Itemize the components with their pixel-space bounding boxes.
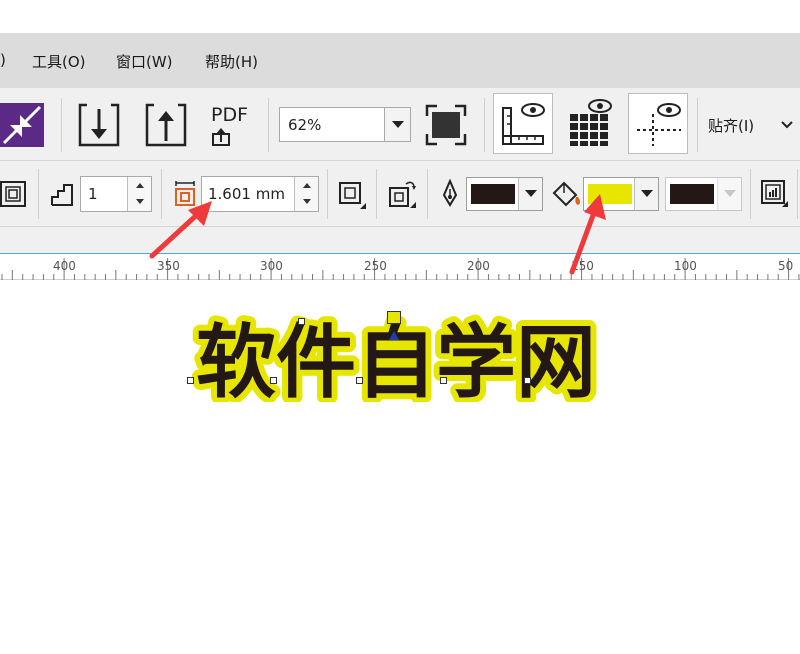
- contour-center-icon[interactable]: [0, 181, 28, 209]
- chevron-down-icon: [392, 121, 404, 128]
- show-guidelines-button[interactable]: [628, 93, 688, 154]
- export-icon[interactable]: [145, 103, 187, 147]
- chevron-down-icon: [780, 119, 794, 131]
- steps-spinner[interactable]: [127, 177, 151, 211]
- chevron-down-icon: [525, 190, 537, 197]
- contour-steps-input[interactable]: 1: [80, 176, 152, 212]
- ruler-label: 200: [467, 259, 490, 273]
- zoom-level-combo[interactable]: 62%: [279, 107, 411, 142]
- selection-handle[interactable]: [298, 318, 305, 325]
- steps-value: 1: [88, 185, 98, 203]
- toolbar-separator: [697, 98, 698, 152]
- menu-window[interactable]: 窗口(W): [116, 51, 173, 72]
- corner-mitered-icon[interactable]: [338, 181, 368, 211]
- toolbar-separator: [327, 169, 328, 219]
- contour-direction-marker[interactable]: [389, 331, 399, 340]
- toolbar-separator: [797, 169, 798, 219]
- spin-down-icon: [136, 199, 144, 204]
- menu-help[interactable]: 帮助(H): [205, 51, 258, 72]
- chevron-down-icon: [724, 190, 736, 197]
- outline-color-picker[interactable]: [466, 177, 543, 211]
- outline-color-dropdown[interactable]: [518, 178, 542, 210]
- spin-up-icon: [303, 183, 311, 188]
- horizontal-ruler[interactable]: 400 350 300 250 200 150 100 50: [0, 253, 800, 280]
- canvas-text: 软件自学网: [196, 316, 596, 402]
- ruler-label: 100: [674, 259, 697, 273]
- snap-label: 贴齐(I): [708, 115, 754, 136]
- chevron-down-icon: [641, 190, 653, 197]
- extra-color-picker[interactable]: [665, 177, 742, 211]
- ruler-label: 150: [571, 259, 594, 273]
- top-blank-area: [0, 0, 800, 33]
- outline-pen-icon: [440, 179, 460, 209]
- toolbar-separator: [427, 169, 428, 219]
- selection-handle[interactable]: [524, 377, 531, 384]
- contour-acceleration-icon[interactable]: [386, 178, 418, 210]
- spin-down-icon: [303, 199, 311, 204]
- selection-handle[interactable]: [440, 377, 447, 384]
- property-bar: 1 1.601 mm: [0, 161, 800, 227]
- fill-color-dropdown[interactable]: [634, 178, 658, 210]
- toolbar-separator: [61, 98, 62, 152]
- outline-color-swatch: [471, 184, 515, 204]
- show-grid-icon[interactable]: [566, 98, 616, 148]
- offset-spinner[interactable]: [294, 177, 318, 211]
- selection-handle[interactable]: [270, 377, 277, 384]
- snap-to-dropdown[interactable]: 贴齐(I): [708, 115, 798, 139]
- copy-contour-properties-icon[interactable]: [760, 179, 790, 209]
- zoom-dropdown-button[interactable]: [384, 108, 410, 141]
- import-icon[interactable]: [78, 103, 120, 147]
- full-screen-icon[interactable]: [425, 104, 467, 146]
- toolbar-separator: [750, 169, 751, 219]
- extra-color-dropdown[interactable]: [717, 178, 741, 210]
- toolbar-separator: [268, 98, 269, 152]
- pdf-label: PDF: [211, 104, 248, 126]
- fill-bucket-icon: [552, 179, 582, 209]
- contour-offset-input[interactable]: 1.601 mm: [201, 176, 319, 212]
- ruler-label: 250: [364, 259, 387, 273]
- selection-handle[interactable]: [187, 377, 194, 384]
- spin-up-icon: [136, 183, 144, 188]
- fill-color-swatch: [588, 184, 632, 204]
- publish-pdf-icon[interactable]: PDF: [208, 104, 258, 148]
- show-rulers-icon: [501, 100, 547, 148]
- menu-item-partial[interactable]: ): [0, 51, 6, 69]
- show-rulers-button[interactable]: [493, 93, 553, 154]
- fill-color-picker[interactable]: [583, 177, 659, 211]
- ruler-label: 400: [53, 259, 76, 273]
- toolbar-separator: [484, 98, 485, 152]
- toolbar-separator: [376, 169, 377, 219]
- menu-bar: ) 工具(O) 窗口(W) 帮助(H): [0, 33, 800, 88]
- ruler-label: 350: [157, 259, 180, 273]
- zoom-value: 62%: [288, 116, 321, 134]
- ruler-label: 300: [260, 259, 283, 273]
- standard-toolbar: PDF 62%: [0, 88, 800, 161]
- ruler-label: 50: [778, 259, 793, 273]
- contour-offset-icon: [174, 181, 196, 207]
- toolbar-separator: [161, 169, 162, 219]
- menu-tools[interactable]: 工具(O): [32, 51, 86, 72]
- offset-value: 1.601 mm: [208, 185, 285, 203]
- extra-color-swatch: [670, 184, 714, 204]
- contour-end-handle[interactable]: [387, 311, 401, 324]
- selection-handle[interactable]: [356, 377, 363, 384]
- contour-steps-icon: [50, 181, 76, 207]
- toolbar-bottom-strip: [0, 227, 800, 253]
- toolbar-separator: [38, 169, 39, 219]
- shrink-arrows-icon[interactable]: [0, 103, 44, 147]
- show-guidelines-icon: [635, 100, 683, 148]
